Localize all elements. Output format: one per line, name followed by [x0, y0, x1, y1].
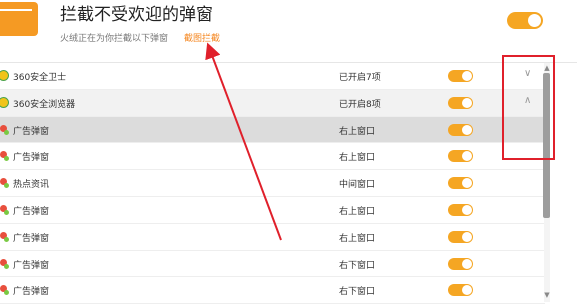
badge-dot-icon: [4, 156, 9, 162]
page-title: 拦截不受欢迎的弹窗: [60, 5, 213, 25]
item-position: 右上窗口: [339, 153, 376, 164]
item-position: 中间窗口: [339, 180, 376, 191]
group-status: 已开启7项: [339, 73, 381, 83]
item-name: 热点资讯: [13, 180, 50, 191]
group-name: 360安全浏览器: [13, 99, 76, 110]
scroll-down-icon[interactable]: ▼: [542, 291, 552, 299]
master-toggle[interactable]: [507, 12, 543, 29]
popup-item-row[interactable]: 广告弹窗 右上窗口: [0, 116, 545, 144]
popup-item-row[interactable]: 广告弹窗 右下窗口: [0, 277, 545, 304]
item-toggle[interactable]: [448, 203, 473, 216]
badge-dot-icon: [4, 209, 9, 215]
item-name: 广告弹窗: [13, 153, 50, 164]
item-position: 右上窗口: [339, 126, 376, 137]
screenshot-intercept-link[interactable]: 截图拦截: [184, 31, 220, 44]
item-toggle[interactable]: [448, 230, 473, 243]
group-toggle[interactable]: [448, 96, 473, 109]
group-row-360-browser[interactable]: 360安全浏览器 已开启8项 ∧: [0, 89, 545, 117]
group-status: 已开启8项: [339, 99, 381, 110]
badge-dot-icon: [4, 263, 9, 269]
popup-item-row[interactable]: 广告弹窗 右上窗口: [0, 143, 545, 171]
item-toggle[interactable]: [448, 284, 473, 297]
annotation-highlight-box: [502, 55, 555, 160]
item-position: 右上窗口: [339, 206, 376, 217]
popup-item-row[interactable]: 热点资讯 中间窗口: [0, 170, 545, 197]
item-position: 右下窗口: [339, 260, 376, 271]
popup-list: 360安全卫士 已开启7项 ∨ 360安全浏览器 已开启8项 ∧ 广告弹窗 右上…: [0, 63, 545, 304]
popup-item-row[interactable]: 广告弹窗 右上窗口: [0, 197, 545, 224]
page-subtitle: 火绒正在为你拦截以下弹窗: [60, 34, 169, 44]
badge-dot-icon: [4, 290, 9, 296]
badge-dot-icon: [4, 236, 9, 242]
item-name: 广告弹窗: [13, 126, 50, 137]
item-toggle[interactable]: [448, 177, 473, 190]
group-toggle[interactable]: [448, 70, 473, 82]
360-browser-icon: [0, 96, 9, 108]
item-name: 广告弹窗: [13, 287, 50, 298]
item-position: 右上窗口: [339, 233, 376, 244]
group-row-360-safe-guard[interactable]: 360安全卫士 已开启7项 ∨: [0, 63, 545, 90]
item-toggle[interactable]: [448, 123, 473, 136]
app-window-icon: [0, 2, 38, 36]
item-toggle[interactable]: [448, 257, 473, 270]
item-name: 广告弹窗: [13, 260, 50, 271]
item-position: 右下窗口: [339, 287, 376, 298]
group-name: 360安全卫士: [13, 73, 67, 83]
item-name: 广告弹窗: [13, 233, 50, 244]
item-toggle[interactable]: [448, 150, 473, 163]
popup-item-row[interactable]: 广告弹窗 右上窗口: [0, 224, 545, 251]
badge-dot-icon: [4, 129, 9, 135]
badge-dot-icon: [4, 183, 9, 189]
item-name: 广告弹窗: [13, 206, 50, 217]
360-safe-guard-icon: [0, 70, 9, 81]
popup-item-row[interactable]: 广告弹窗 右下窗口: [0, 251, 545, 278]
